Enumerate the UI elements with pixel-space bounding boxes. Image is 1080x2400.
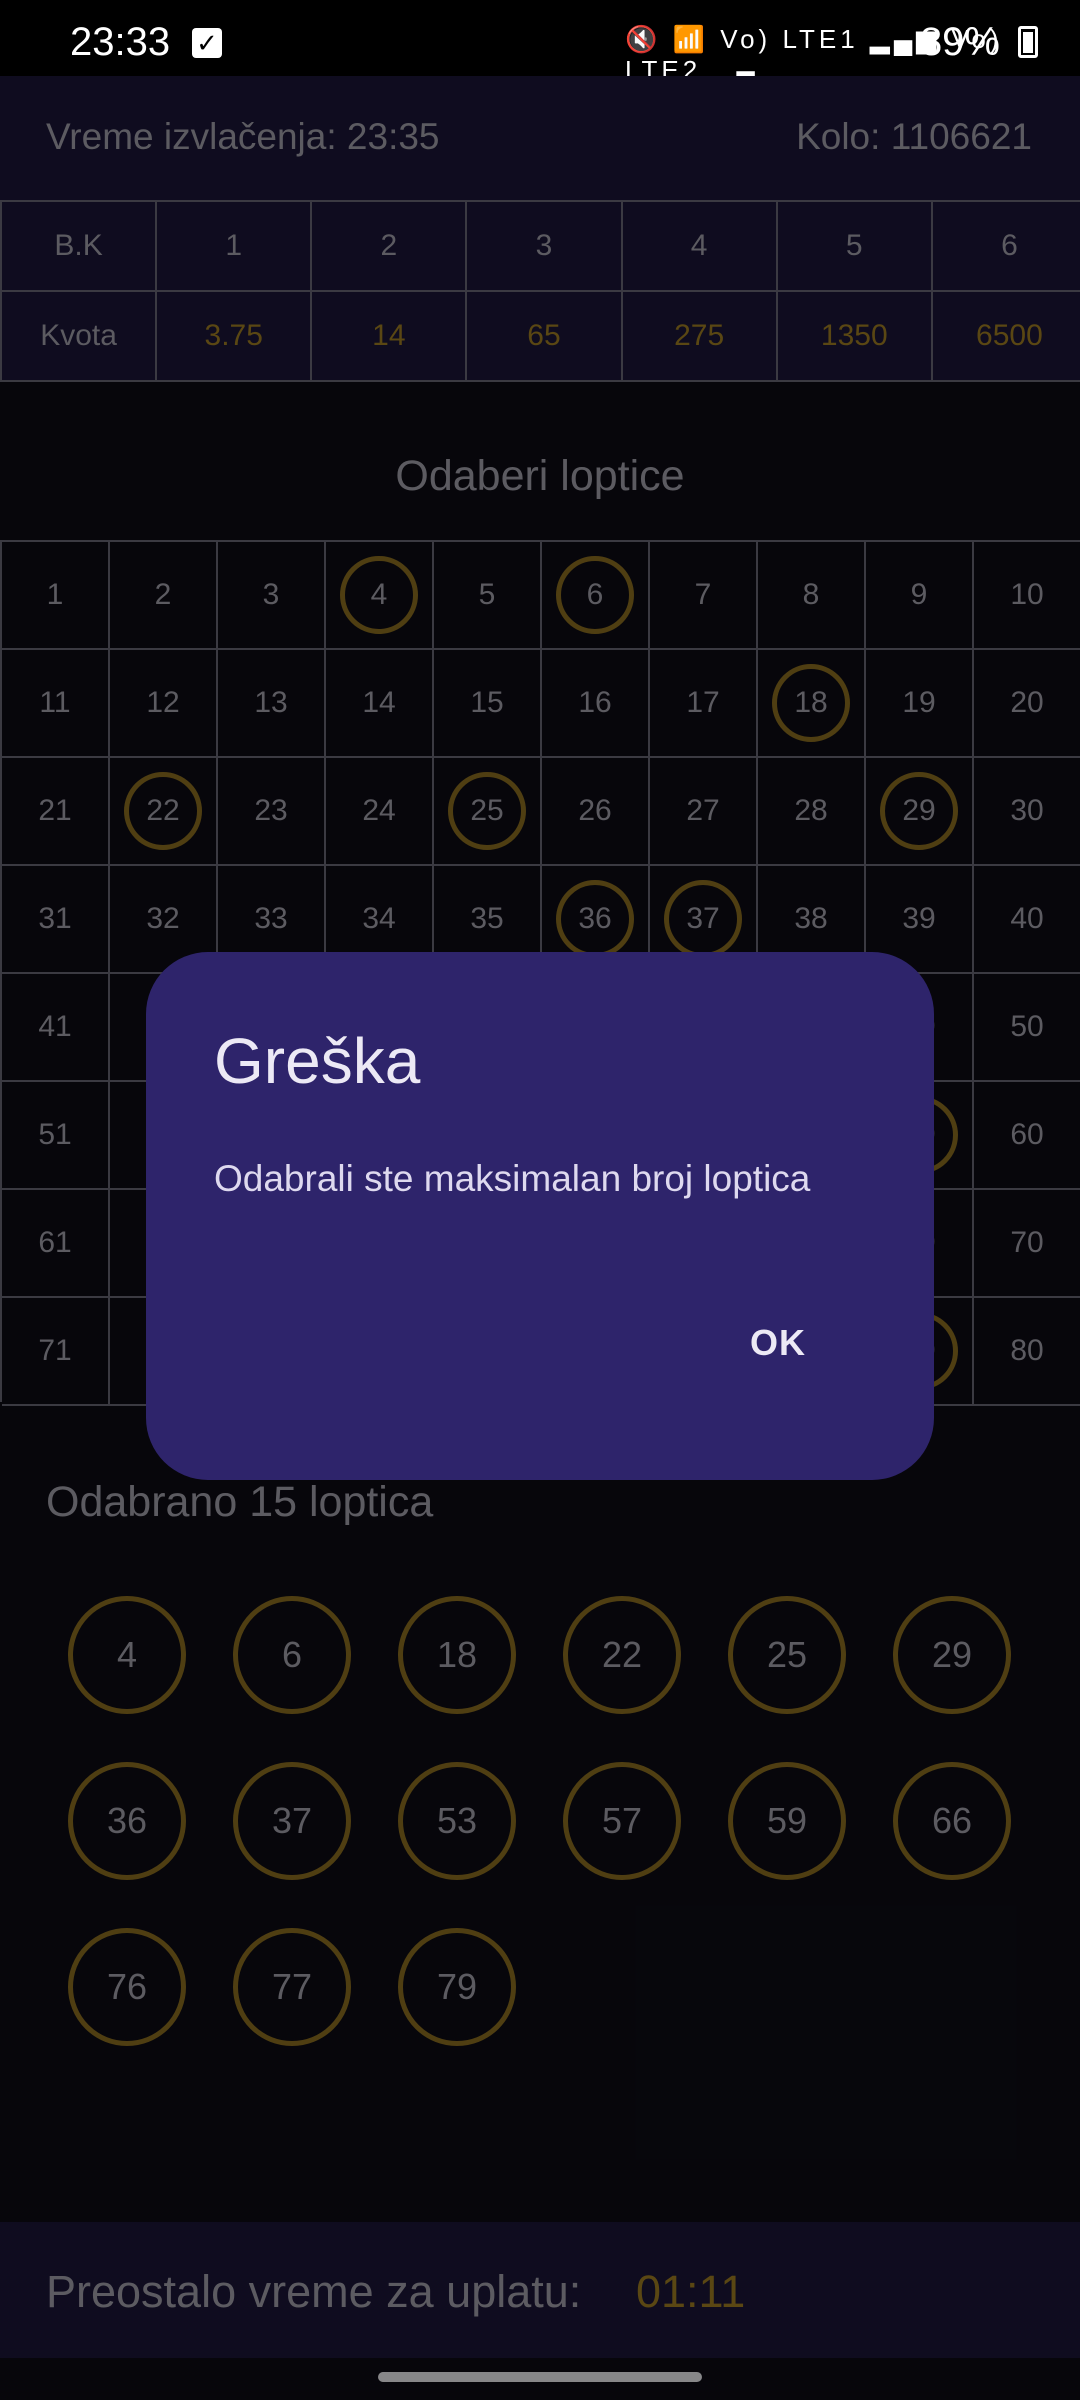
battery-percent: 89% [919,20,1000,64]
status-time: 23:33 [70,20,171,64]
ok-button[interactable]: OK [742,1310,814,1376]
notification-check-icon: ✓ [192,28,222,58]
dialog-title: Greška [214,1025,421,1097]
dialog-message: Odabrali ste maksimalan broj loptica [214,1158,811,1199]
battery-icon [1018,26,1038,58]
status-bar: 23:33 ✓ 🔇 📶 Vo) LTE1 ▂▄▆ Vo) LTE2 ▂▄ 89% [0,0,1080,85]
error-dialog: Greška Odabrali ste maksimalan broj lopt… [146,952,934,1480]
